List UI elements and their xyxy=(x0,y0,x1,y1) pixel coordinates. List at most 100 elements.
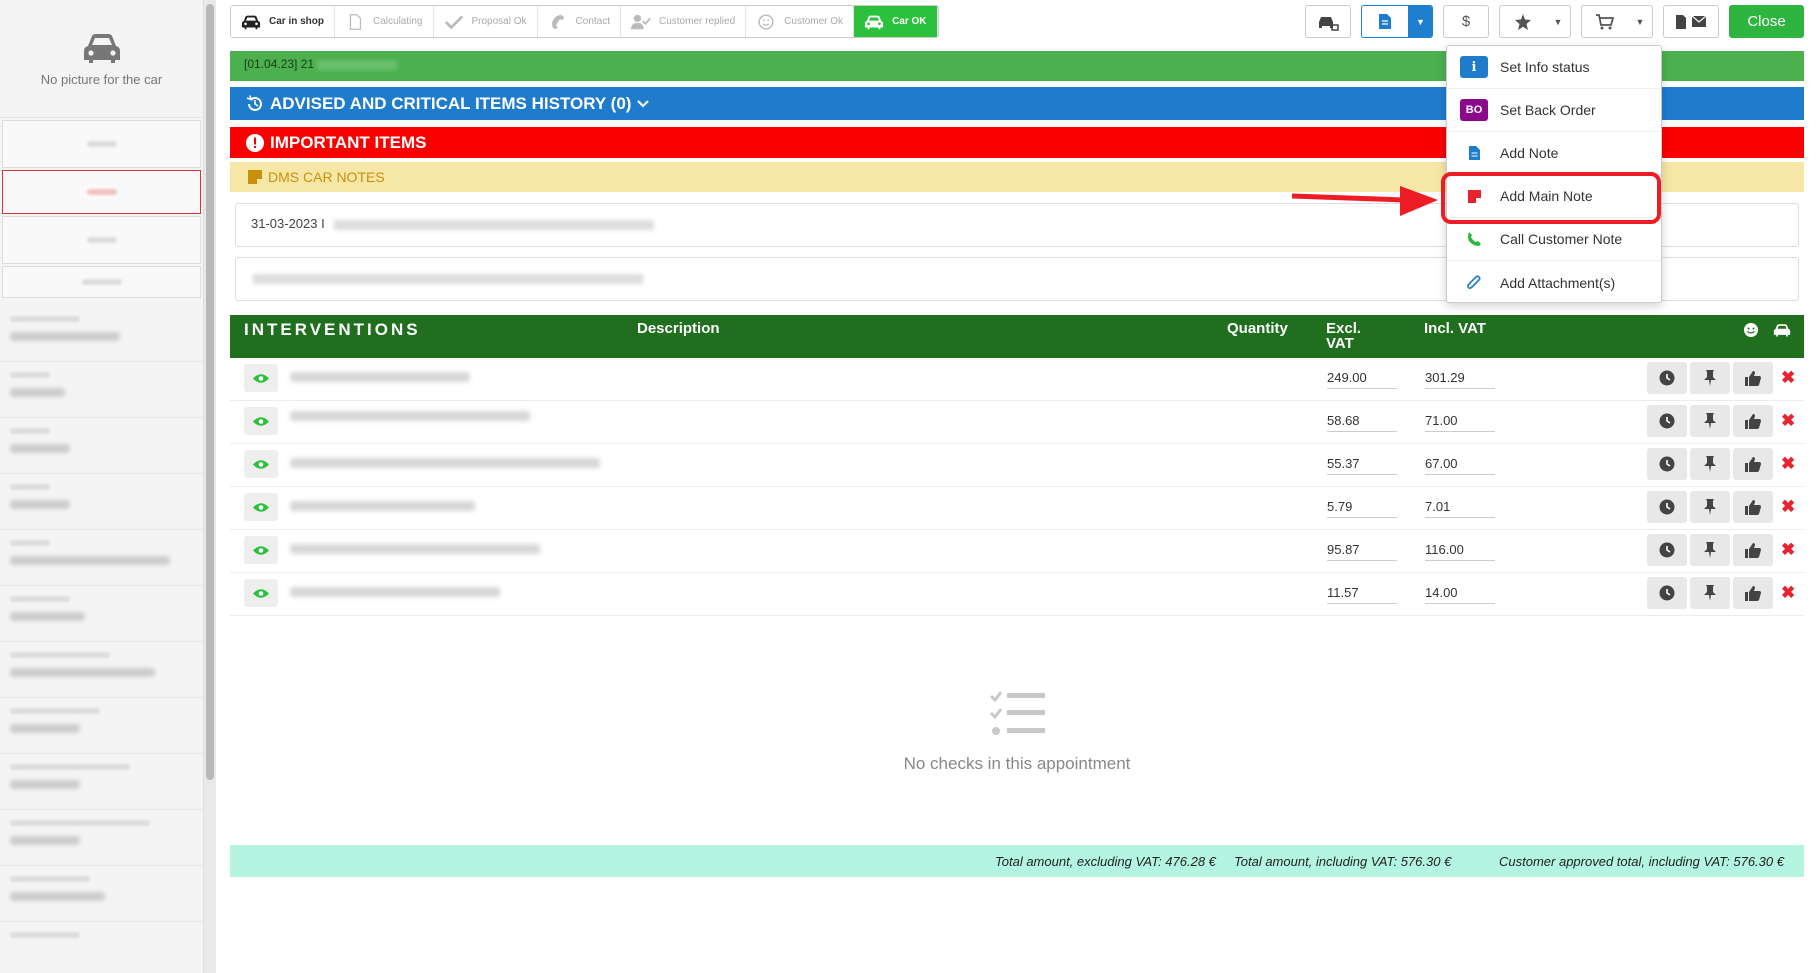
pin-button[interactable] xyxy=(1690,577,1730,609)
delete-icon[interactable]: ✖ xyxy=(1781,454,1795,474)
chevron-down-icon[interactable]: ▼ xyxy=(1628,6,1652,37)
favorite-button[interactable] xyxy=(1500,6,1546,37)
eye-icon xyxy=(253,459,269,469)
approve-button[interactable] xyxy=(1733,534,1773,566)
step-proposal-ok[interactable]: Proposal Ok xyxy=(433,6,538,37)
sidebar: No picture for the car xyxy=(0,0,204,973)
pin-icon xyxy=(1704,413,1716,429)
notes-split-button[interactable]: ▼ xyxy=(1361,5,1433,38)
sidebar-box[interactable] xyxy=(2,266,201,298)
delete-icon[interactable]: ✖ xyxy=(1781,583,1795,603)
approve-button[interactable] xyxy=(1733,448,1773,480)
eye-icon xyxy=(253,502,269,512)
clock-button[interactable] xyxy=(1647,491,1687,523)
pin-button[interactable] xyxy=(1690,405,1730,437)
step-customer-ok[interactable]: Customer Ok xyxy=(746,6,855,37)
total-excl-vat: Total amount, excluding VAT: 476.28 € xyxy=(995,854,1216,869)
thumbs-up-icon xyxy=(1745,371,1761,386)
step-label: Customer Ok xyxy=(784,16,844,27)
car-wash-button[interactable] xyxy=(1305,5,1351,38)
interventions-header: INTERVENTIONS Description Quantity Excl.… xyxy=(230,315,1804,358)
menu-item-add-note[interactable]: Add Note xyxy=(1447,132,1661,175)
chevron-down-icon[interactable]: ▼ xyxy=(1546,6,1570,37)
clock-button[interactable] xyxy=(1647,534,1687,566)
intervention-row: 95.87 116.00 ✖ xyxy=(230,530,1804,573)
favorite-split-button[interactable]: ▼ xyxy=(1499,5,1571,38)
delete-icon[interactable]: ✖ xyxy=(1781,497,1795,517)
col-description: Description xyxy=(637,320,720,337)
step-calculating[interactable]: Calculating xyxy=(335,6,434,37)
cart-split-button[interactable]: ▼ xyxy=(1581,5,1653,38)
chevron-down-icon[interactable]: ▼ xyxy=(1408,6,1432,37)
pin-button[interactable] xyxy=(1690,448,1730,480)
eye-button[interactable] xyxy=(244,407,278,435)
cart-button[interactable] xyxy=(1582,6,1628,37)
scrollbar-thumb[interactable] xyxy=(206,4,214,780)
annotation-highlight-box xyxy=(1441,172,1661,224)
incl-vat-value[interactable]: 7.01 xyxy=(1425,499,1495,518)
eye-button[interactable] xyxy=(244,450,278,478)
clock-button[interactable] xyxy=(1647,405,1687,437)
exclamation-circle-icon xyxy=(246,133,264,152)
important-items-title: IMPORTANT ITEMS xyxy=(270,132,427,152)
col-excl-vat: Excl. VAT xyxy=(1326,320,1362,352)
delete-icon[interactable]: ✖ xyxy=(1781,540,1795,560)
step-car-in-shop[interactable]: Car in shop xyxy=(231,6,336,37)
step-customer-replied[interactable]: Customer replied xyxy=(621,6,747,37)
clock-button[interactable] xyxy=(1647,448,1687,480)
sidebar-field xyxy=(0,362,203,418)
customer-approved-total: Customer approved total, including VAT: … xyxy=(1499,854,1784,869)
notes-button[interactable] xyxy=(1362,6,1408,37)
step-contact[interactable]: Contact xyxy=(537,6,621,37)
excl-vat-value[interactable]: 95.87 xyxy=(1327,542,1397,561)
excl-vat-value[interactable]: 5.79 xyxy=(1327,499,1397,518)
pin-button[interactable] xyxy=(1690,362,1730,394)
pin-button[interactable] xyxy=(1690,491,1730,523)
car-icon xyxy=(864,15,884,29)
thumbs-up-icon xyxy=(1745,457,1761,472)
sidebar-field xyxy=(0,922,203,973)
menu-item-set-info-status[interactable]: i Set Info status xyxy=(1447,46,1661,89)
interventions-title: INTERVENTIONS xyxy=(244,320,421,339)
thumbs-up-icon xyxy=(1745,543,1761,558)
eye-button[interactable] xyxy=(244,579,278,607)
excl-vat-value[interactable]: 58.68 xyxy=(1327,413,1397,432)
pin-icon xyxy=(1704,585,1716,601)
smiley-icon xyxy=(1744,323,1758,337)
pin-button[interactable] xyxy=(1690,534,1730,566)
incl-vat-value[interactable]: 301.29 xyxy=(1425,370,1495,389)
excl-vat-value[interactable]: 11.57 xyxy=(1327,585,1397,604)
approve-button[interactable] xyxy=(1733,577,1773,609)
approve-button[interactable] xyxy=(1733,362,1773,394)
incl-vat-value[interactable]: 14.00 xyxy=(1425,585,1495,604)
price-button[interactable]: $ xyxy=(1443,5,1489,38)
incl-vat-value[interactable]: 67.00 xyxy=(1425,456,1495,475)
step-label: Car in shop xyxy=(269,16,325,27)
menu-item-add-attachments[interactable]: Add Attachment(s) xyxy=(1447,261,1661,304)
close-button[interactable]: Close xyxy=(1729,5,1804,38)
note-icon xyxy=(1460,142,1488,164)
clock-button[interactable] xyxy=(1647,577,1687,609)
sidebar-scrollbar[interactable] xyxy=(204,0,216,973)
clock-button[interactable] xyxy=(1647,362,1687,394)
incl-vat-value[interactable]: 116.00 xyxy=(1425,542,1495,561)
step-car-ok[interactable]: Car OK xyxy=(854,6,938,37)
delete-icon[interactable]: ✖ xyxy=(1781,368,1795,388)
intervention-row: 5.79 7.01 ✖ xyxy=(230,487,1804,530)
sidebar-box[interactable] xyxy=(2,120,201,168)
sidebar-box[interactable] xyxy=(2,216,201,264)
sidebar-box-highlight[interactable] xyxy=(2,170,201,214)
document-icon xyxy=(1379,14,1391,29)
approve-button[interactable] xyxy=(1733,491,1773,523)
eye-button[interactable] xyxy=(244,364,278,392)
incl-vat-value[interactable]: 71.00 xyxy=(1425,413,1495,432)
eye-button[interactable] xyxy=(244,493,278,521)
menu-item-set-back-order[interactable]: BO Set Back Order xyxy=(1447,89,1661,132)
approve-button[interactable] xyxy=(1733,405,1773,437)
excl-vat-value[interactable]: 55.37 xyxy=(1327,456,1397,475)
menu-item-call-customer-note[interactable]: Call Customer Note xyxy=(1447,218,1661,261)
delete-icon[interactable]: ✖ xyxy=(1781,411,1795,431)
send-document-button[interactable] xyxy=(1663,5,1719,38)
excl-vat-value[interactable]: 249.00 xyxy=(1327,370,1397,389)
eye-button[interactable] xyxy=(244,536,278,564)
